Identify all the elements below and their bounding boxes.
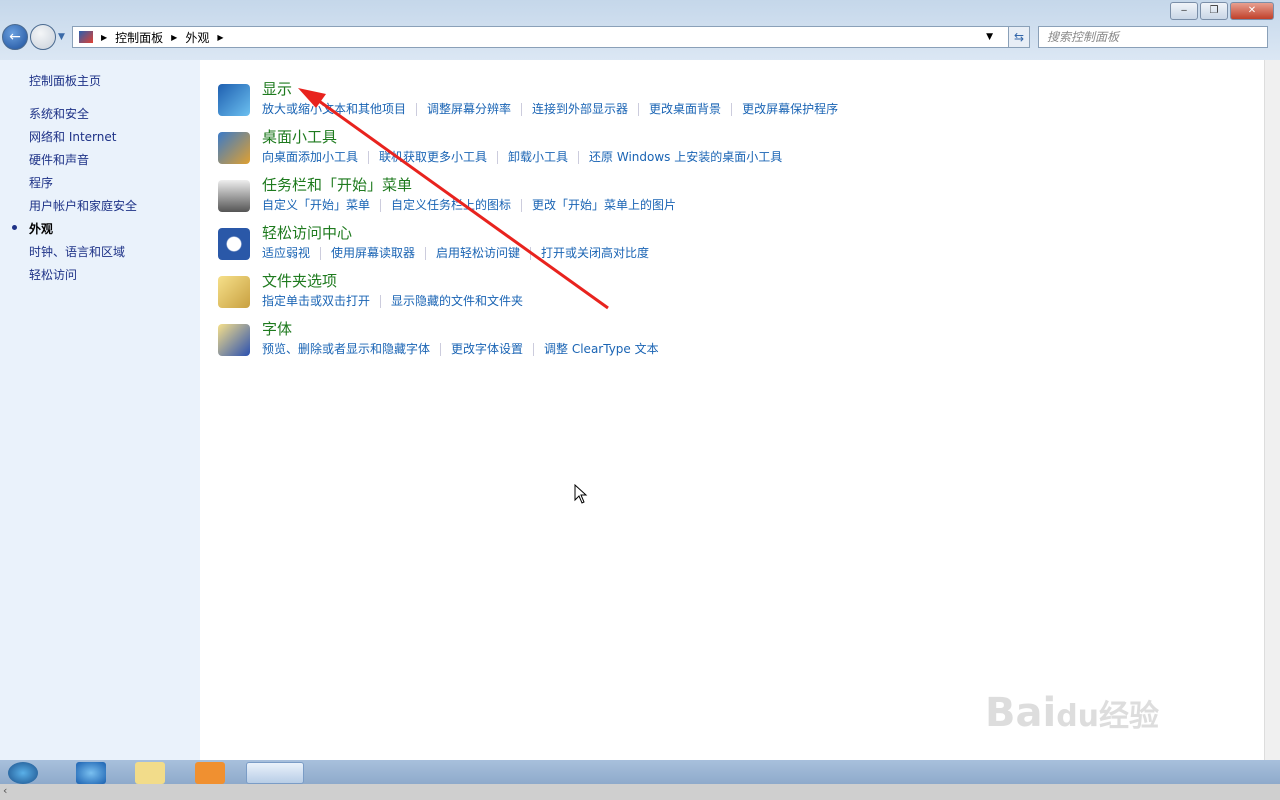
breadcrumb-control-panel[interactable]: 控制面板: [115, 29, 163, 46]
ease-of-access-icon[interactable]: [218, 228, 250, 260]
category-title[interactable]: 文件夹选项: [262, 270, 337, 291]
watermark: Baidu经验: [985, 690, 1160, 736]
sidebar-item-system-security[interactable]: 系统和安全: [29, 105, 89, 122]
close-button[interactable]: ✕: [1230, 2, 1274, 20]
link-separator: [440, 343, 442, 356]
recent-pages-dropdown[interactable]: ▼: [58, 32, 65, 42]
start-button[interactable]: [8, 762, 38, 784]
link-separator: [731, 103, 733, 116]
category-title[interactable]: 字体: [262, 318, 292, 339]
task-link[interactable]: 更改桌面背景: [649, 102, 721, 116]
folder-options-icon[interactable]: [218, 276, 250, 308]
sidebar-item-user-accounts[interactable]: 用户帐户和家庭安全: [29, 197, 137, 214]
link-separator: [368, 151, 370, 164]
fonts-icon[interactable]: [218, 324, 250, 356]
task-link[interactable]: 指定单击或双击打开: [262, 294, 370, 308]
maximize-button[interactable]: ❐: [1200, 2, 1228, 20]
link-separator: [380, 295, 382, 308]
link-separator: [530, 247, 532, 260]
explorer-icon[interactable]: [135, 762, 165, 784]
main-content: 显示放大或缩小文本和其他项目 调整屏幕分辨率 连接到外部显示器 更改桌面背景 更改屏幕保…: [200, 60, 1264, 760]
category-title[interactable]: 轻松访问中心: [262, 222, 352, 243]
link-separator: [320, 247, 322, 260]
task-link[interactable]: 打开或关闭高对比度: [541, 246, 649, 260]
horizontal-scrollbar[interactable]: ‹: [0, 784, 1280, 800]
forward-button[interactable]: [30, 24, 56, 50]
search-input[interactable]: 搜索控制面板: [1038, 26, 1268, 48]
link-separator: [638, 103, 640, 116]
task-link[interactable]: 预览、删除或者显示和隐藏字体: [262, 342, 430, 356]
category-title[interactable]: 显示: [262, 78, 292, 99]
back-button[interactable]: ←: [2, 24, 28, 50]
refresh-button[interactable]: ⇆: [1008, 26, 1030, 48]
link-separator: [521, 199, 523, 212]
current-item-bullet: [12, 225, 17, 230]
link-separator: [380, 199, 382, 212]
task-link[interactable]: 更改屏幕保护程序: [742, 102, 838, 116]
category-title[interactable]: 任务栏和「开始」菜单: [262, 174, 412, 195]
sidebar-item-programs[interactable]: 程序: [29, 174, 53, 191]
sidebar-item-appearance[interactable]: 外观: [29, 220, 53, 237]
address-bar[interactable]: ▶ 控制面板 ▶ 外观 ▶ ▼: [72, 26, 1030, 48]
task-link[interactable]: 显示隐藏的文件和文件夹: [391, 294, 523, 308]
task-link[interactable]: 自定义任务栏上的图标: [391, 198, 511, 212]
sidebar-item-hardware[interactable]: 硬件和声音: [29, 151, 89, 168]
sidebar-item-ease-of-access[interactable]: 轻松访问: [29, 266, 77, 283]
sidebar-item-network[interactable]: 网络和 Internet: [29, 128, 116, 145]
link-separator: [521, 103, 523, 116]
gadgets-icon[interactable]: [218, 132, 250, 164]
title-bar: ‒ ❐ ✕ ← ▼ ▶ 控制面板 ▶ 外观 ▶ ▼ ⇆ 搜索控制面板: [0, 0, 1280, 60]
minimize-button[interactable]: ‒: [1170, 2, 1198, 20]
task-link[interactable]: 使用屏幕读取器: [331, 246, 415, 260]
sidebar-item-clock-region[interactable]: 时钟、语言和区域: [29, 243, 125, 260]
task-link[interactable]: 调整 ClearType 文本: [544, 342, 659, 356]
link-separator: [425, 247, 427, 260]
task-link[interactable]: 还原 Windows 上安装的桌面小工具: [589, 150, 782, 164]
mouse-cursor-icon: [574, 484, 588, 504]
task-link[interactable]: 启用轻松访问键: [436, 246, 520, 260]
task-link[interactable]: 连接到外部显示器: [532, 102, 628, 116]
address-dropdown-icon[interactable]: ▼: [986, 32, 993, 42]
task-link[interactable]: 更改字体设置: [451, 342, 523, 356]
control-panel-icon: [79, 31, 93, 43]
task-link[interactable]: 自定义「开始」菜单: [262, 198, 370, 212]
sidebar: 控制面板主页 系统和安全 网络和 Internet 硬件和声音 程序 用户帐户和…: [0, 60, 200, 760]
link-separator: [497, 151, 499, 164]
taskbar: [0, 760, 1280, 784]
taskbar-icon[interactable]: [218, 180, 250, 212]
task-link[interactable]: 放大或缩小文本和其他项目: [262, 102, 406, 116]
monitor-icon[interactable]: [218, 84, 250, 116]
breadcrumb-appearance[interactable]: 外观: [185, 29, 209, 46]
control-panel-taskbar-button[interactable]: [246, 762, 304, 784]
task-link[interactable]: 卸载小工具: [508, 150, 568, 164]
category-title[interactable]: 桌面小工具: [262, 126, 337, 147]
task-link[interactable]: 调整屏幕分辨率: [427, 102, 511, 116]
media-player-icon[interactable]: [195, 762, 225, 784]
task-link[interactable]: 联机获取更多小工具: [379, 150, 487, 164]
task-link[interactable]: 向桌面添加小工具: [262, 150, 358, 164]
task-link[interactable]: 更改「开始」菜单上的图片: [532, 198, 676, 212]
link-separator: [578, 151, 580, 164]
sidebar-item-home[interactable]: 控制面板主页: [29, 72, 101, 89]
vertical-scrollbar[interactable]: [1264, 60, 1280, 760]
task-link[interactable]: 适应弱视: [262, 246, 310, 260]
link-separator: [533, 343, 535, 356]
link-separator: [416, 103, 418, 116]
internet-explorer-icon[interactable]: [76, 762, 106, 784]
